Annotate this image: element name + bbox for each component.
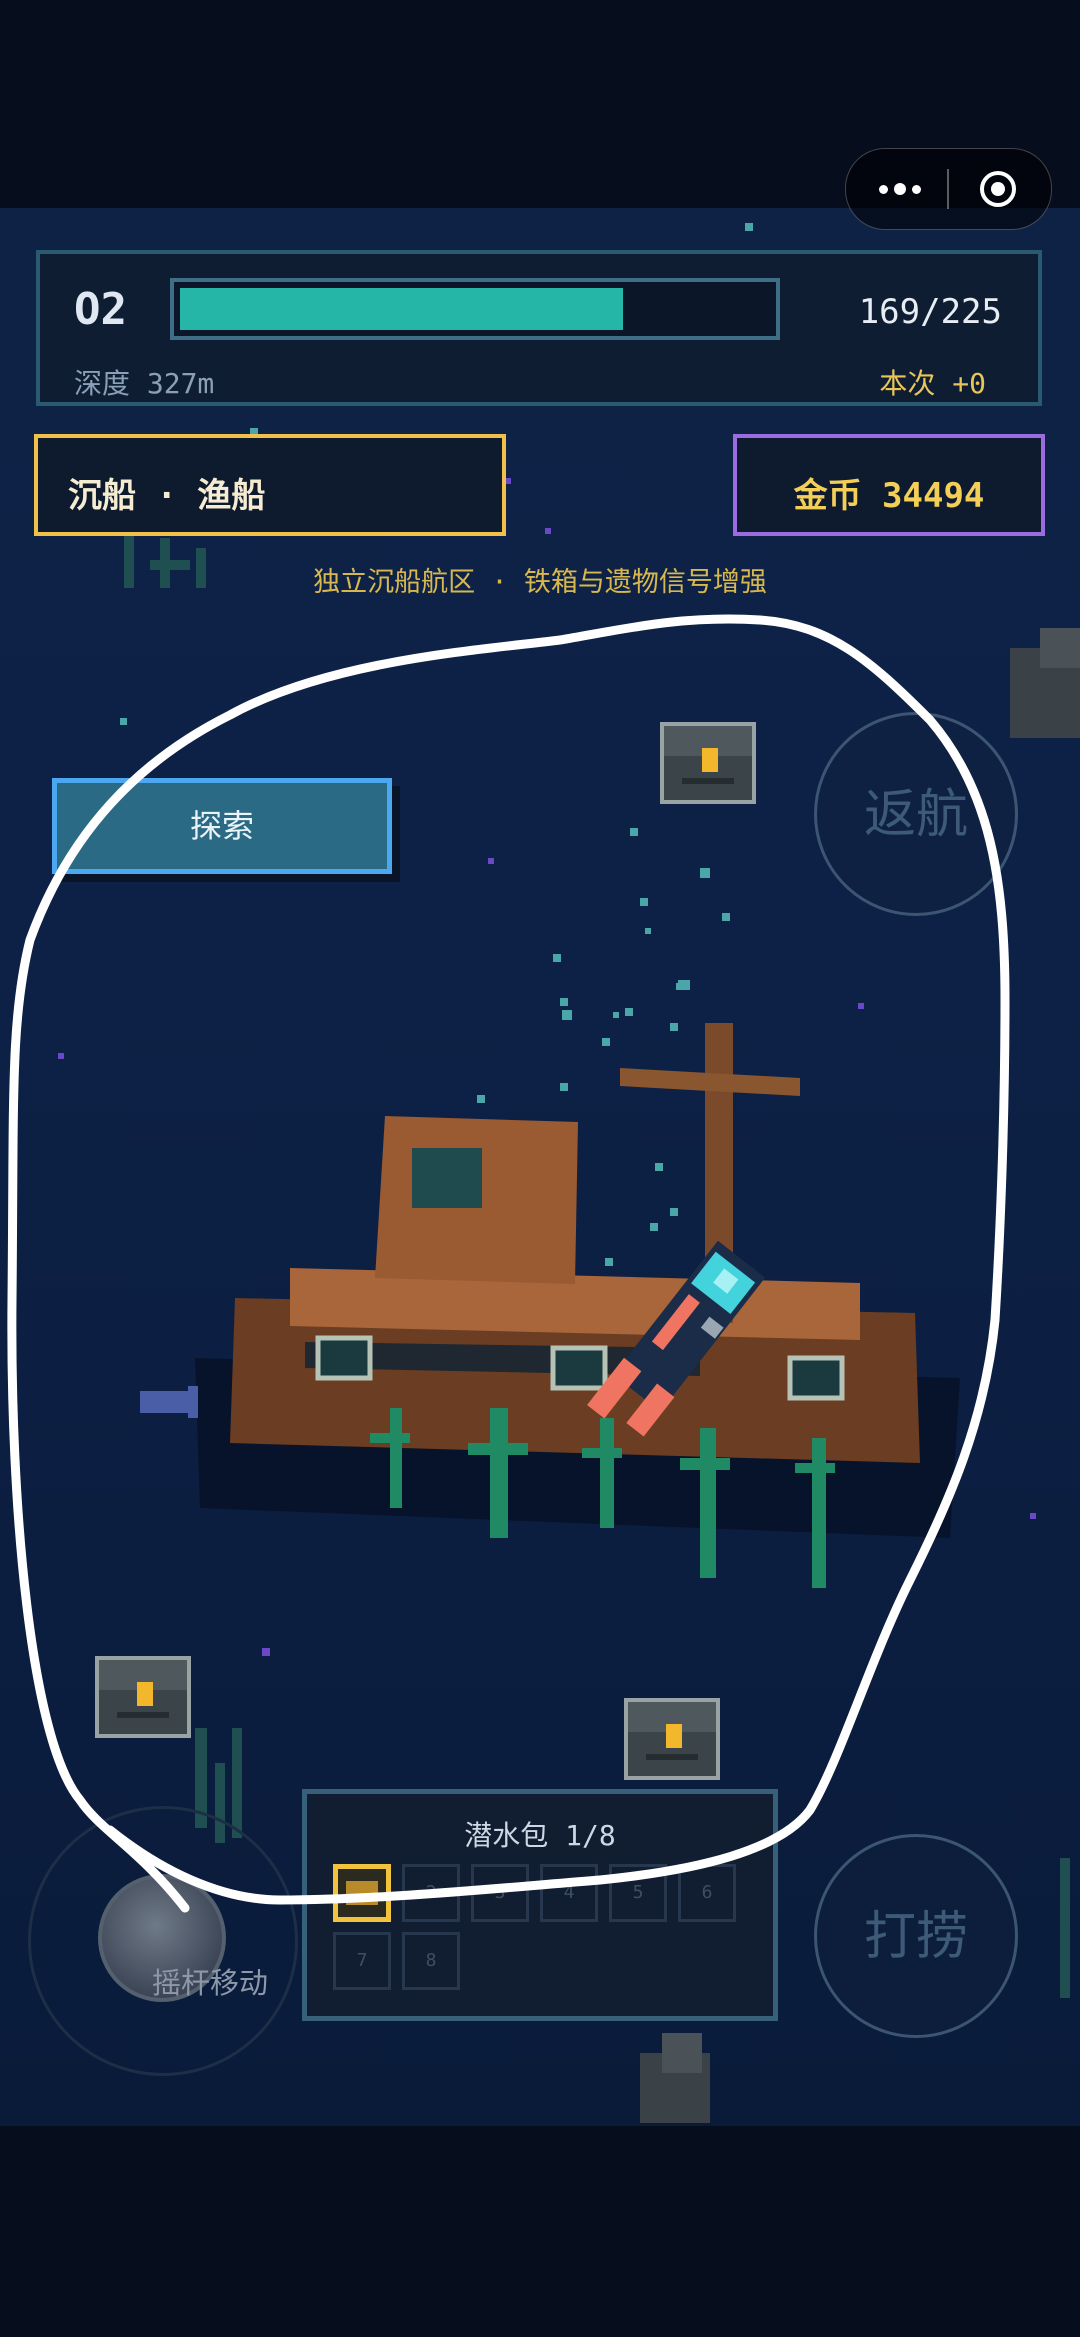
zone-hint: 独立沉船航区 · 铁箱与遗物信号增强 — [313, 567, 767, 598]
location-label: 沉船 · 渔船 — [34, 434, 506, 536]
bag-slot[interactable]: 2 — [402, 1864, 460, 1922]
dive-bag-title: 潜水包 1/8 — [464, 1819, 616, 1852]
oxygen-panel: O2 169/225 深度 327m 本次 +0 — [36, 250, 1042, 406]
close-target-icon[interactable] — [978, 169, 1018, 209]
dive-bag-panel: 潜水包 1/8 2 3 4 5 6 7 8 — [302, 1789, 778, 2021]
chest-item-icon — [346, 1881, 378, 1905]
treasure-chest[interactable] — [624, 1698, 720, 1780]
bag-slot[interactable]: 5 — [609, 1864, 667, 1922]
bag-slot[interactable]: 4 — [540, 1864, 598, 1922]
return-button[interactable]: 返航 — [814, 712, 1018, 916]
o2-label: O2 — [74, 284, 127, 335]
treasure-chest[interactable] — [95, 1656, 191, 1738]
oxygen-bar — [170, 278, 780, 340]
bag-slot[interactable]: 3 — [471, 1864, 529, 1922]
bag-slot[interactable]: 8 — [402, 1932, 460, 1990]
o2-value: 169/225 — [858, 292, 1002, 332]
bag-slot[interactable]: 6 — [678, 1864, 736, 1922]
treasure-chest[interactable] — [660, 722, 756, 804]
fish-sprite — [140, 1386, 198, 1418]
coin-counter: 金币 34494 — [733, 434, 1045, 536]
bag-slot[interactable]: 7 — [333, 1932, 391, 1990]
bag-slot[interactable] — [333, 1864, 391, 1922]
wechat-capsule — [845, 148, 1052, 230]
joystick-label: 摇杆移动 — [152, 1966, 269, 2000]
depth-readout: 深度 327m — [74, 367, 215, 400]
haul-button[interactable]: 打捞 — [814, 1834, 1018, 2038]
more-icon[interactable] — [870, 173, 930, 205]
explore-button[interactable]: 探索 — [52, 778, 392, 874]
bottom-safe-area — [0, 2126, 1080, 2337]
haul-count: 本次 +0 — [879, 367, 986, 400]
oxygen-bar-fill — [180, 288, 623, 330]
